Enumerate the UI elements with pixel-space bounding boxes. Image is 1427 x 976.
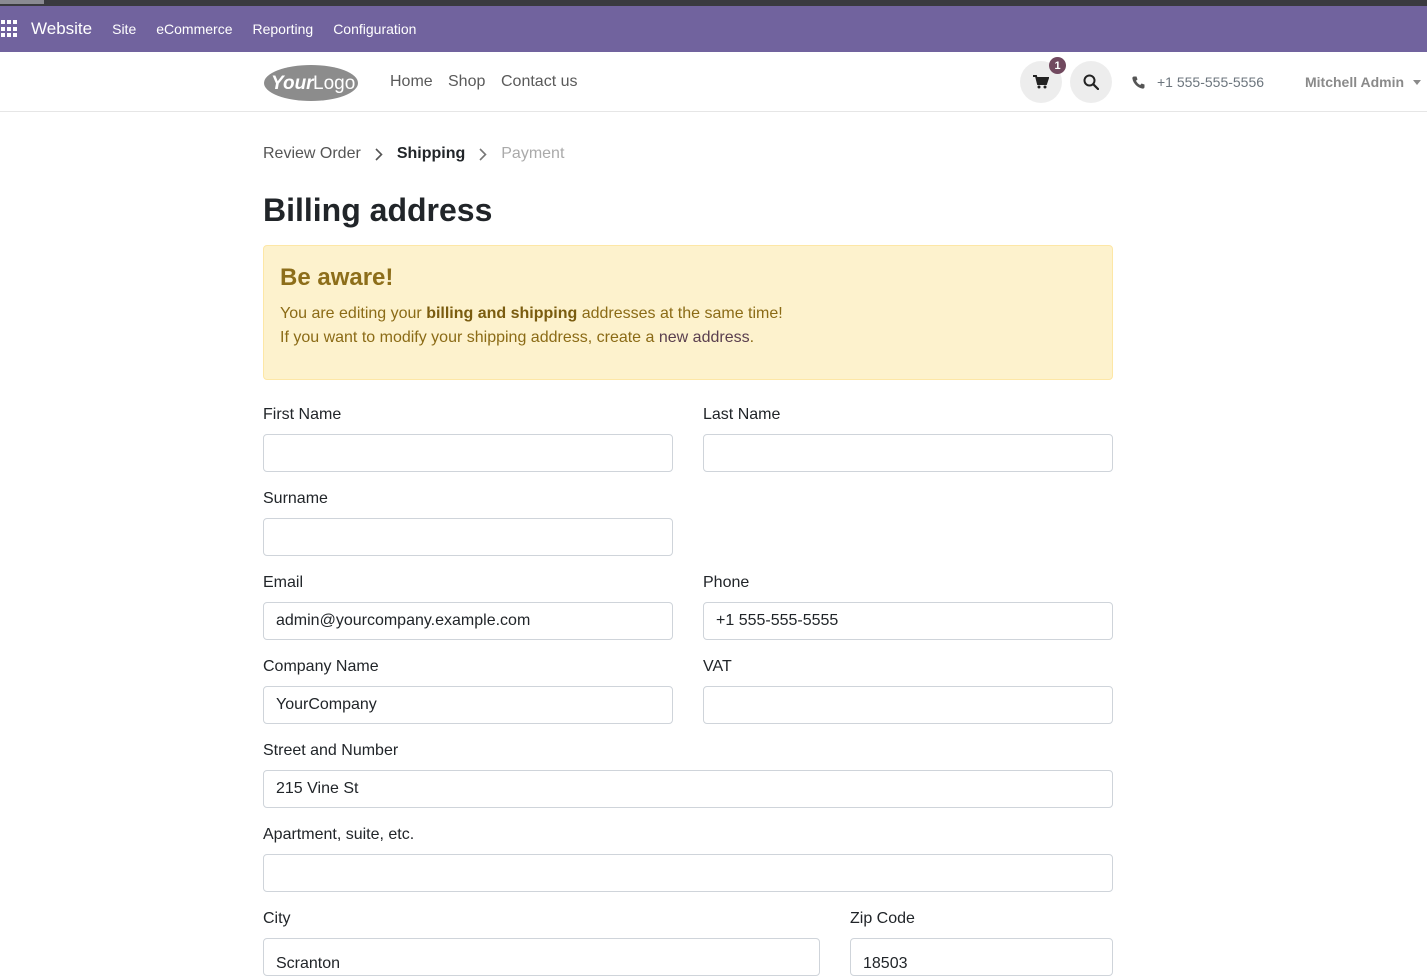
new-address-link[interactable]: new address	[659, 329, 750, 346]
menu-configuration[interactable]: Configuration	[333, 21, 416, 37]
cart-count-badge: 1	[1049, 57, 1066, 74]
user-menu[interactable]: Mitchell Admin	[1305, 74, 1422, 90]
zip-label: Zip Code	[850, 910, 915, 927]
odoo-navbar: Website Site eCommerce Reporting Configu…	[0, 6, 1427, 52]
user-name: Mitchell Admin	[1305, 74, 1405, 90]
first-name-label: First Name	[263, 406, 342, 423]
apartment-input[interactable]	[263, 854, 1113, 892]
city-input[interactable]	[263, 938, 820, 976]
svg-text:Your: Your	[271, 73, 315, 94]
apartment-label: Apartment, suite, etc.	[263, 826, 415, 843]
alert-line-2: If you want to modify your shipping addr…	[280, 326, 1096, 350]
step-shipping: Shipping	[396, 145, 466, 162]
nav-shop[interactable]: Shop	[448, 73, 485, 91]
chevron-right-icon	[479, 147, 487, 161]
alert-text: .	[749, 329, 755, 346]
page-title: Billing address	[263, 192, 493, 228]
warning-alert: Be aware! You are editing your billing a…	[263, 245, 1113, 380]
menu-reporting[interactable]: Reporting	[252, 21, 313, 37]
tab-edge	[0, 0, 44, 4]
vat-label: VAT	[703, 658, 732, 675]
surname-input[interactable]	[263, 518, 673, 556]
street-input[interactable]	[263, 770, 1113, 808]
alert-bold-text: billing and shipping	[426, 305, 578, 322]
cart-button[interactable]: 1	[1020, 57, 1066, 103]
surname-label: Surname	[263, 490, 328, 507]
company-name-label: Company Name	[263, 658, 379, 675]
street-label: Street and Number	[263, 742, 399, 759]
search-icon	[1083, 74, 1099, 90]
alert-text: If you want to modify your shipping addr…	[280, 329, 659, 346]
alert-line-1: You are editing your billing and shippin…	[280, 302, 1096, 326]
zip-input[interactable]	[850, 938, 1113, 976]
checkout-steps: Review Order Shipping Payment	[263, 145, 564, 163]
header-phone[interactable]: +1 555-555-5556	[1132, 74, 1264, 90]
last-name-label: Last Name	[703, 406, 781, 423]
company-name-input[interactable]	[263, 686, 673, 724]
nav-home[interactable]: Home	[390, 73, 433, 91]
phone-label: Phone	[703, 574, 750, 591]
phone-icon	[1132, 76, 1145, 89]
website-header: Your Logo Home Shop Contact us 1 +1 555-…	[0, 52, 1427, 112]
first-name-input[interactable]	[263, 434, 673, 472]
phone-number: +1 555-555-5556	[1157, 74, 1265, 90]
alert-text: You are editing your	[280, 305, 427, 322]
alert-text: addresses at the same time!	[577, 305, 783, 322]
apps-grid-icon[interactable]	[1, 20, 19, 38]
city-label: City	[263, 910, 291, 927]
chevron-right-icon	[375, 147, 383, 161]
chevron-down-icon	[1413, 79, 1422, 85]
cart-icon	[1033, 75, 1049, 89]
email-label: Email	[263, 574, 304, 591]
email-input[interactable]	[263, 602, 673, 640]
vat-input[interactable]	[703, 686, 1113, 724]
odoo-app-name[interactable]: Website	[31, 19, 92, 39]
step-review-order[interactable]: Review Order	[263, 145, 361, 163]
nav-contact-us[interactable]: Contact us	[501, 73, 577, 91]
phone-input[interactable]	[703, 602, 1113, 640]
company-logo[interactable]: Your Logo	[263, 63, 359, 103]
search-button[interactable]	[1070, 61, 1112, 103]
menu-ecommerce[interactable]: eCommerce	[156, 21, 232, 37]
svg-text:Logo: Logo	[313, 73, 355, 94]
step-payment: Payment	[501, 145, 565, 162]
menu-site[interactable]: Site	[112, 21, 136, 37]
alert-title: Be aware!	[280, 264, 394, 291]
last-name-input[interactable]	[703, 434, 1113, 472]
